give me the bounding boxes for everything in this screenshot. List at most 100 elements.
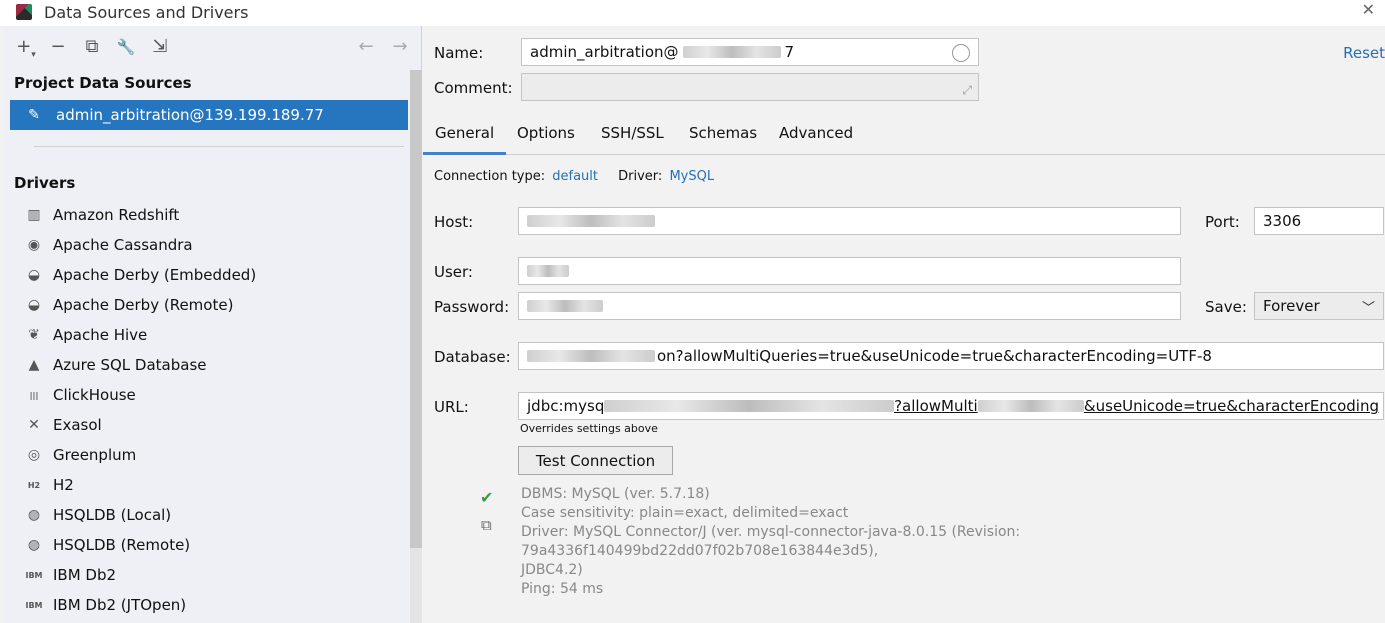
redacted-text [527,265,569,277]
host-field[interactable] [518,207,1181,235]
drivers-heading: Drivers [14,174,76,192]
intellij-app-icon [16,4,32,20]
arrow-left-icon: ← [358,36,374,57]
expand-icon[interactable]: ⤢ [962,83,972,98]
scrollbar-thumb[interactable] [410,70,422,548]
driver-item[interactable]: ▲ Azure SQL Database [4,350,408,380]
redacted-text [527,350,655,362]
driver-icon: ◍ [27,507,41,523]
driver-link[interactable]: MySQL [669,169,714,184]
remove-data-source-button[interactable]: − [46,34,70,60]
driver-item[interactable]: IBM IBM Db2 [4,560,408,590]
driver-icon: ||| [29,390,39,400]
import-button[interactable]: ⇲ [148,34,172,60]
driver-item[interactable]: ◍ HSQLDB (Local) [4,500,408,530]
driver-info-cont: JDBC4.2) [521,562,583,578]
tab-general[interactable]: General [422,124,507,155]
redacted-text [977,400,1084,412]
left-toolbar: +▾ − ⧉ 🔧 ⇲ ← → [4,34,422,62]
tab-ssh-ssl[interactable]: SSH/SSL [601,124,664,142]
driver-label: Amazon Redshift [53,206,180,224]
driver-settings-button[interactable]: 🔧 [114,34,138,60]
driver-label: IBM Db2 [53,566,117,584]
driver-item[interactable]: ▥ Amazon Redshift [4,200,408,230]
connection-status: DBMS: MySQL (ver. 5.7.18) Case sensitivi… [521,485,1381,599]
redacted-text [682,46,781,58]
arrow-right-icon: → [392,36,408,57]
left-scrollbar[interactable] [410,70,422,623]
driver-icon: ◍ [27,537,41,553]
database-field[interactable]: on?allowMultiQueries=true&useUnicode=tru… [518,342,1384,370]
overrides-note: Overrides settings above [520,422,658,435]
driver-item[interactable]: ◍ HSQLDB (Remote) [4,530,408,560]
tab-options[interactable]: Options [517,124,575,142]
copy-status-icon[interactable]: ⧉ [481,516,492,534]
back-button[interactable]: ← [354,34,378,60]
import-arrow-icon: ⇲ [152,36,168,57]
window-title: Data Sources and Drivers [44,3,249,22]
driver-label: ClickHouse [53,386,136,404]
close-icon[interactable]: ✕ [1362,0,1375,19]
title-bar: Data Sources and Drivers ✕ [0,0,1385,26]
driver-item[interactable]: ||| ClickHouse [4,380,408,410]
duplicate-button[interactable]: ⧉ [80,34,104,60]
driver-icon: ◒ [27,267,41,283]
name-value-suffix: 7 [784,43,795,61]
comment-field[interactable]: ⤢ [521,73,979,101]
wrench-icon: 🔧 [116,38,136,56]
tab-advanced[interactable]: Advanced [779,124,853,142]
redacted-text [604,400,895,412]
host-label: Host: [434,213,474,231]
driver-icon: ◉ [27,237,41,253]
driver-label: IBM Db2 (JTOpen) [53,596,187,614]
add-data-source-button[interactable]: +▾ [14,34,38,60]
driver-item[interactable]: H2 H2 [4,470,408,500]
redacted-text [527,300,603,312]
connection-type-label: Connection type: [434,169,546,184]
reset-link[interactable]: Reset [1343,44,1385,62]
driver-label: Greenplum [53,446,137,464]
data-source-settings-panel: Name: admin_arbitration@ 7 Reset Comment… [422,26,1385,623]
driver-icon: ◒ [27,297,41,313]
name-value: admin_arbitration@ [530,43,679,61]
driver-item[interactable]: ◒ Apache Derby (Embedded) [4,260,408,290]
driver-label: Apache Hive [53,326,148,344]
comment-label: Comment: [434,79,513,97]
user-field[interactable] [518,257,1181,285]
driver-item[interactable]: IBM IBM Db2 (JTOpen) [4,590,408,620]
test-connection-button[interactable]: Test Connection [518,446,673,475]
tab-schemas[interactable]: Schemas [689,124,757,142]
driver-item[interactable]: ❦ Apache Hive [4,320,408,350]
color-circle-icon[interactable] [952,44,970,62]
dropdown-caret-icon: ▾ [31,50,36,60]
url-field[interactable]: jdbc:mysq ?allowMulti &useUnicode=true&c… [518,392,1384,420]
name-field[interactable]: admin_arbitration@ 7 [521,38,979,66]
driver-item[interactable]: ◎ Greenplum [4,440,408,470]
section-divider [34,146,404,147]
save-select-value: Forever [1263,297,1320,315]
save-select[interactable]: Forever ﹀ [1254,292,1384,320]
driver-item[interactable]: ◒ Apache Derby (Remote) [4,290,408,320]
data-source-item-selected[interactable]: ✎ admin_arbitration@139.199.189.77 [10,100,408,130]
settings-tabs: General Options SSH/SSL Schemas Advanced [422,118,1385,155]
driver-item[interactable]: ◉ Apache Cassandra [4,230,408,260]
connection-type-link[interactable]: default [552,169,598,184]
chevron-down-icon: ﹀ [1361,301,1375,316]
copy-icon: ⧉ [85,36,99,57]
name-label: Name: [434,44,484,62]
driver-label: Exasol [53,416,102,434]
port-field[interactable]: 3306 [1254,207,1384,235]
connection-type-row: Connection type: default Driver: MySQL [434,169,714,184]
driver-icon: ▲ [28,357,40,373]
driver-label: Apache Derby (Embedded) [53,266,257,284]
redacted-text [527,215,655,227]
password-field[interactable] [518,292,1181,320]
plus-icon: + [16,36,32,57]
port-value: 3306 [1263,212,1302,230]
driver-label: Azure SQL Database [53,356,207,374]
driver-item[interactable]: ✕ Exasol [4,410,408,440]
url-suffix: &useUnicode=true&characterEncoding [1083,397,1379,415]
driver-label: HSQLDB (Local) [53,506,172,524]
data-source-label: admin_arbitration@139.199.189.77 [56,106,324,124]
forward-button[interactable]: → [388,34,412,60]
